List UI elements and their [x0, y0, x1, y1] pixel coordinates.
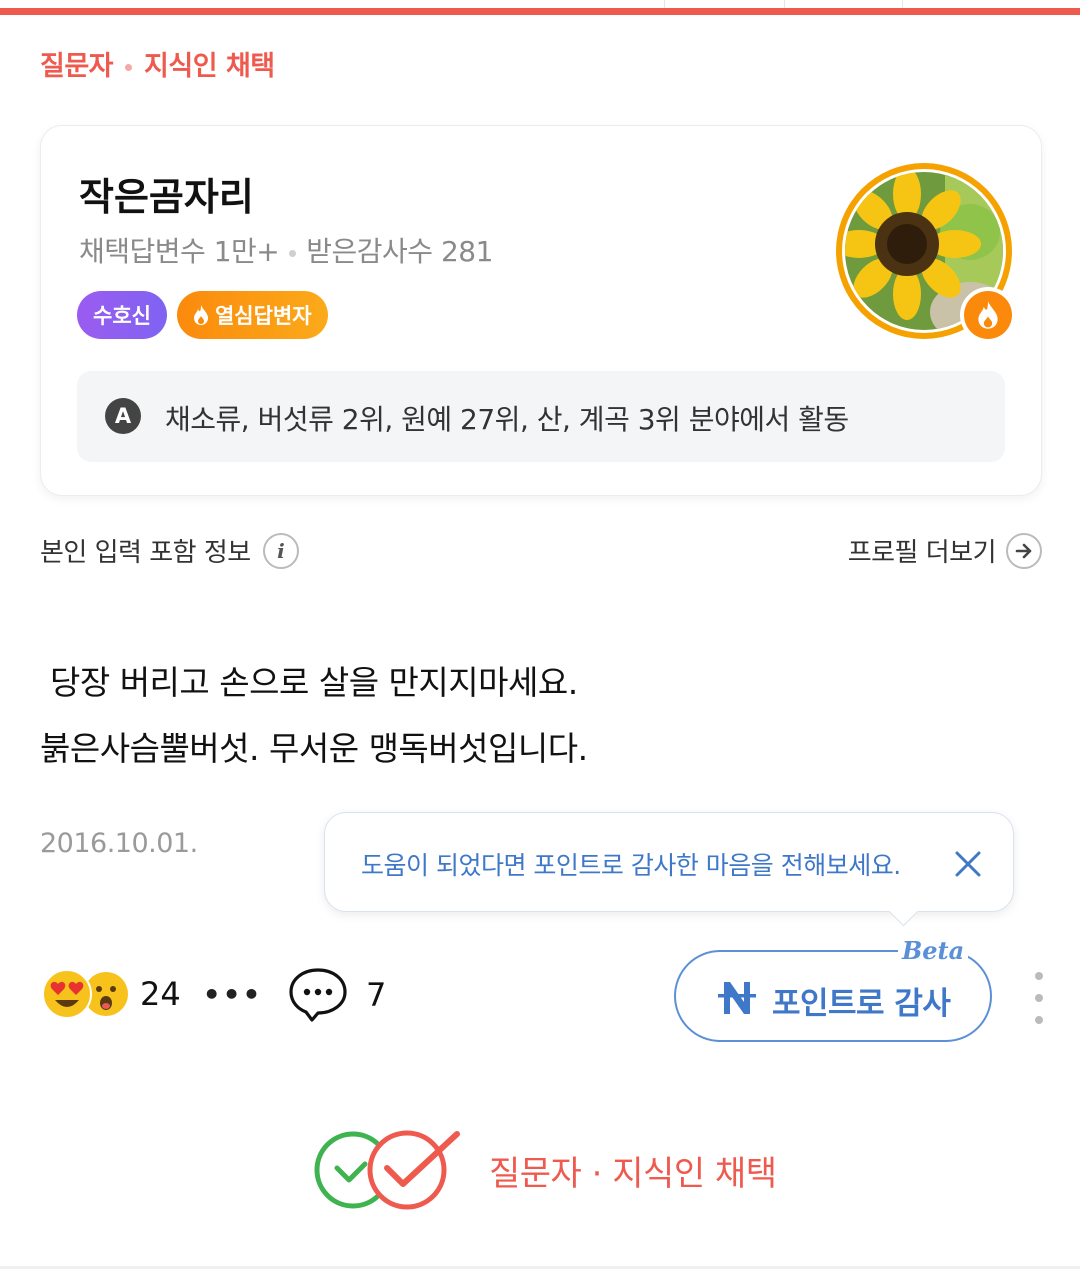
- active-tab-bar: [0, 8, 1080, 15]
- badge-list: 수호신 열심답변자: [77, 291, 328, 339]
- activity-area: A 채소류, 버섯류 2위, 원예 27위, 산, 계곡 3위 분야에서 활동: [77, 371, 1005, 462]
- separator-dot: [289, 249, 297, 257]
- heart-eyes-emoji-icon: [42, 969, 128, 1019]
- tab-divider: [664, 0, 665, 8]
- answer-body: 당장 버리고 손으로 살을 만지지마세요. 붉은사슴뿔버섯. 무서운 맹독버섯입…: [40, 650, 588, 782]
- profile-name[interactable]: 작은곰자리: [79, 166, 254, 221]
- flame-icon: [193, 305, 208, 325]
- reaction-bar[interactable]: 24 •••: [40, 966, 262, 1022]
- tab-divider: [784, 0, 785, 8]
- fire-badge: [960, 287, 1016, 343]
- adoption-label: 질문자 · 지식인 채택: [489, 1153, 777, 1194]
- reaction-more-button[interactable]: •••: [203, 978, 263, 1011]
- point-thanks-label: 포인트로 감사: [772, 986, 951, 1022]
- adoption-heading: 질문자 지식인 채택: [40, 44, 275, 83]
- more-options-icon[interactable]: [1032, 972, 1046, 1026]
- self-input-label: 본인 입력 포함 정보: [40, 538, 251, 568]
- comment-count: 7: [366, 976, 387, 1014]
- profile-info-row: 본인 입력 포함 정보 i 프로필 더보기: [40, 530, 1042, 574]
- adopted-answers-count: 채택답변수 1만+: [79, 235, 280, 268]
- badge-label: 열심답변자: [214, 304, 312, 328]
- heading-questioner: 질문자: [40, 51, 114, 82]
- double-check-icon: [314, 1130, 460, 1210]
- arrow-right-icon: [1006, 532, 1042, 569]
- more-profile-link[interactable]: 프로필 더보기: [848, 532, 1042, 569]
- tooltip-tail: [888, 896, 919, 927]
- profile-stats: 채택답변수 1만+ 받은감사수 281: [79, 230, 493, 270]
- close-icon[interactable]: [953, 849, 983, 879]
- adoption-mark: 질문자 · 지식인 채택: [313, 1128, 777, 1212]
- profile-card[interactable]: 작은곰자리 채택답변수 1만+ 받은감사수 281 수호신 열심답변자 A 채소…: [40, 125, 1042, 496]
- heading-expert: 지식인 채택: [144, 51, 275, 82]
- thanks-tooltip: 도움이 되었다면 포인트로 감사한 마음을 전해보세요.: [324, 812, 1014, 927]
- info-icon[interactable]: i: [262, 532, 299, 569]
- badge-diligent-answerer[interactable]: 열심답변자: [176, 291, 328, 339]
- separator-dot: [125, 64, 133, 71]
- badge-guardian[interactable]: 수호신: [77, 291, 167, 339]
- more-profile-label: 프로필 더보기: [847, 538, 997, 568]
- avatar[interactable]: [836, 163, 1016, 343]
- self-input-info[interactable]: 본인 입력 포함 정보 i: [40, 532, 299, 569]
- reaction-emoji-group[interactable]: [40, 966, 132, 1022]
- beta-label: Beta: [898, 936, 969, 965]
- tooltip-text: 도움이 되었다면 포인트로 감사한 마음을 전해보세요.: [361, 851, 901, 880]
- point-thanks-button[interactable]: Beta 포인트로 감사: [674, 936, 992, 1042]
- speech-bubble-icon: [289, 968, 347, 1022]
- activity-rank-icon: A: [105, 398, 141, 434]
- received-thanks-count: 받은감사수 281: [306, 235, 493, 268]
- tab-divider: [902, 0, 903, 8]
- badge-label: 수호신: [93, 304, 151, 328]
- naver-point-icon: [718, 982, 756, 1014]
- comment-button[interactable]: 7: [288, 966, 386, 1024]
- fire-icon: [964, 291, 1012, 339]
- answer-line: 당장 버리고 손으로 살을 만지지마세요.: [40, 663, 578, 702]
- answer-date: 2016.10.01.: [40, 828, 198, 859]
- reaction-count: 24: [140, 975, 181, 1013]
- activity-text: 채소류, 버섯류 2위, 원예 27위, 산, 계곡 3위 분야에서 활동: [165, 403, 849, 436]
- answer-line: 붉은사슴뿔버섯. 무서운 맹독버섯입니다.: [40, 729, 588, 768]
- top-tab-indicator: [0, 0, 1080, 16]
